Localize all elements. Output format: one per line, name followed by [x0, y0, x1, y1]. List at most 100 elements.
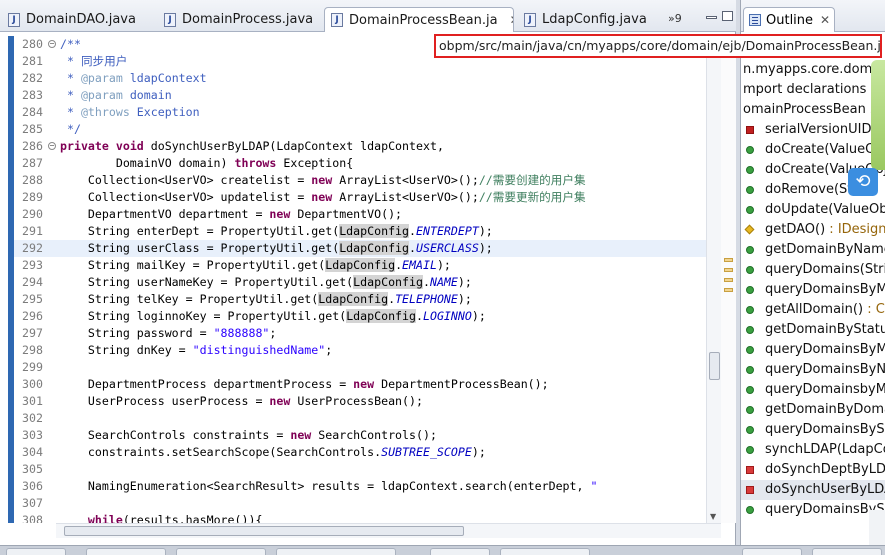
code-line[interactable]: 285 */ [14, 121, 706, 138]
scrollbar-thumb[interactable] [709, 352, 720, 380]
code-text: * @param ldapContext [60, 71, 207, 85]
code-line[interactable]: 286− private void doSynchUserByLDAP(LdapC… [14, 138, 706, 155]
code-line[interactable]: 293 String mailKey = PropertyUtil.get(Ld… [14, 257, 706, 274]
outline-item[interactable]: mport declarations [741, 80, 885, 100]
outline-item-label: doUpdate(ValueObje [765, 202, 885, 217]
horizontal-scrollbar[interactable] [56, 523, 721, 538]
outline-item[interactable]: serialVersionUID : [741, 120, 885, 140]
code-line[interactable]: 295 String telKey = PropertyUtil.get(Lda… [14, 291, 706, 308]
outline-item-label: doSynchUserByLDAP [765, 482, 885, 497]
outline-item-label: doSynchDeptByLDAP [765, 462, 885, 477]
code-area[interactable]: 280−/** 281 * 同步用户 282 * @param ldapContex… [14, 36, 706, 523]
outline-scrollbar[interactable] [869, 510, 885, 545]
scrollbar-thumb[interactable] [64, 526, 464, 536]
fold-toggle-icon[interactable]: − [48, 142, 56, 150]
outline-item[interactable]: synchLDAP(LdapCont [741, 440, 885, 460]
outline-item[interactable]: queryDomainsByStat [741, 500, 885, 520]
code-line[interactable]: 300 DepartmentProcess departmentProcess … [14, 376, 706, 393]
code-line[interactable]: 283 * @param domain [14, 87, 706, 104]
public-method-icon [746, 186, 754, 194]
bottom-tab[interactable] [86, 548, 166, 555]
floating-widget[interactable] [871, 60, 885, 170]
maximize-icon[interactable] [722, 11, 733, 21]
java-file-icon: J [8, 12, 20, 27]
outline-item[interactable]: doSynchUserByLDAP [741, 480, 885, 500]
private-method-icon [746, 466, 754, 474]
code-line[interactable]: 298 String dnKey = "distinguishedName"; [14, 342, 706, 359]
tab-overflow-button[interactable]: »9 [668, 12, 682, 25]
close-icon[interactable]: ✕ [820, 13, 830, 27]
code-line[interactable]: 297 String password = "888888"; [14, 325, 706, 342]
bottom-tab[interactable] [176, 548, 266, 555]
code-line[interactable]: 305 [14, 461, 706, 478]
outline-item[interactable]: getDomainByName(S [741, 240, 885, 260]
bottom-tab[interactable] [500, 548, 590, 555]
code-line[interactable]: 304 constraints.setSearchScope(SearchCon… [14, 444, 706, 461]
private-method-icon [746, 486, 754, 494]
occurrence-marker[interactable] [724, 268, 733, 272]
minimize-icon[interactable] [706, 16, 717, 19]
outline-item[interactable]: queryDomainsbyMan [741, 380, 885, 400]
tab-domainprocess[interactable]: J DomainProcess.java [158, 7, 322, 32]
line-number: 294 [22, 275, 43, 289]
code-line[interactable]: 299 [14, 359, 706, 376]
code-line[interactable]: 284 * @throws Exception [14, 104, 706, 121]
line-number: 298 [22, 343, 43, 357]
outline-item[interactable]: getAllDomain() : Colle [741, 300, 885, 320]
tab-outline[interactable]: Outline ✕ [743, 7, 835, 32]
code-line[interactable]: 294 String userNameKey = PropertyUtil.ge… [14, 274, 706, 291]
overview-ruler[interactable] [721, 36, 736, 523]
tab-ldapconfig[interactable]: J LdapConfig.java [518, 7, 658, 32]
code-line[interactable]: 289 Collection<UserVO> updatelist = new … [14, 189, 706, 206]
outline-item-label: doCreate(ValueObje [765, 142, 885, 157]
fold-toggle-icon[interactable]: − [48, 40, 56, 48]
line-number: 290 [22, 207, 43, 221]
code-line[interactable]: 307 [14, 495, 706, 512]
floating-assistant-icon[interactable]: ⟲ [848, 168, 878, 196]
outline-item[interactable]: getDomainByDomain [741, 400, 885, 420]
close-icon[interactable]: ✕ [510, 13, 513, 27]
java-file-icon: J [331, 13, 343, 27]
outline-item[interactable]: omainProcessBean 2 [741, 100, 885, 120]
code-line[interactable]: 291 String enterDept = PropertyUtil.get(… [14, 223, 706, 240]
outline-item-label: synchLDAP(LdapCont [765, 442, 885, 457]
outline-item[interactable]: getDomainByStatus(i [741, 320, 885, 340]
scroll-down-icon[interactable]: ▼ [710, 512, 716, 521]
code-line[interactable]: 306 NamingEnumeration<SearchResult> resu… [14, 478, 706, 495]
outline-item[interactable]: getDAO() : IDesignTi [741, 220, 885, 240]
outline-item[interactable]: queryDomainsByStat [741, 420, 885, 440]
code-text: DepartmentProcess departmentProcess = ne… [60, 377, 549, 391]
vertical-scrollbar[interactable]: ▲ ▼ [706, 36, 721, 523]
bottom-tab[interactable] [812, 548, 882, 555]
bottom-tab[interactable] [430, 548, 490, 555]
code-line[interactable]: 292 String userClass = PropertyUtil.get(… [14, 240, 706, 257]
java-editor[interactable]: J DomainDAO.java J DomainProcess.java J … [0, 0, 736, 545]
outline-item[interactable]: n.myapps.core.domai [741, 60, 885, 80]
code-line[interactable]: 287 DomainVO domain) throws Exception{ [14, 155, 706, 172]
bottom-tab[interactable] [742, 548, 802, 555]
outline-item[interactable]: queryDomains(String [741, 260, 885, 280]
outline-item[interactable]: queryDomainsByMan [741, 340, 885, 360]
bottom-tab[interactable] [6, 548, 66, 555]
outline-item[interactable]: queryDomainsByNan [741, 360, 885, 380]
occurrence-marker[interactable] [724, 288, 733, 292]
outline-item[interactable]: doSynchDeptByLDAP [741, 460, 885, 480]
code-line[interactable]: 288 Collection<UserVO> createlist = new … [14, 172, 706, 189]
tab-domainprocessbean[interactable]: J DomainProcessBean.ja ✕ [324, 7, 514, 32]
code-line[interactable]: 303 SearchControls constraints = new Sea… [14, 427, 706, 444]
code-line[interactable]: 301 UserProcess userProcess = new UserPr… [14, 393, 706, 410]
occurrence-marker[interactable] [724, 278, 733, 282]
code-line[interactable]: 308 while(results.hasMore()){ [14, 512, 706, 523]
outline-item[interactable]: doCreate(ValueObje [741, 140, 885, 160]
code-line[interactable]: 302 [14, 410, 706, 427]
code-line[interactable]: 282 * @param ldapContext [14, 70, 706, 87]
code-line[interactable]: 290 DepartmentVO department = new Depart… [14, 206, 706, 223]
bottom-tab[interactable] [276, 548, 396, 555]
outline-tree[interactable]: n.myapps.core.domai mport declarations oma… [741, 60, 885, 520]
occurrence-marker[interactable] [724, 258, 733, 262]
outline-item[interactable]: queryDomainsByMan [741, 280, 885, 300]
code-line[interactable]: 296 String loginnoKey = PropertyUtil.get… [14, 308, 706, 325]
outline-item[interactable]: doUpdate(ValueObje [741, 200, 885, 220]
tab-domaindao[interactable]: J DomainDAO.java [2, 7, 154, 32]
line-number: 289 [22, 190, 43, 204]
